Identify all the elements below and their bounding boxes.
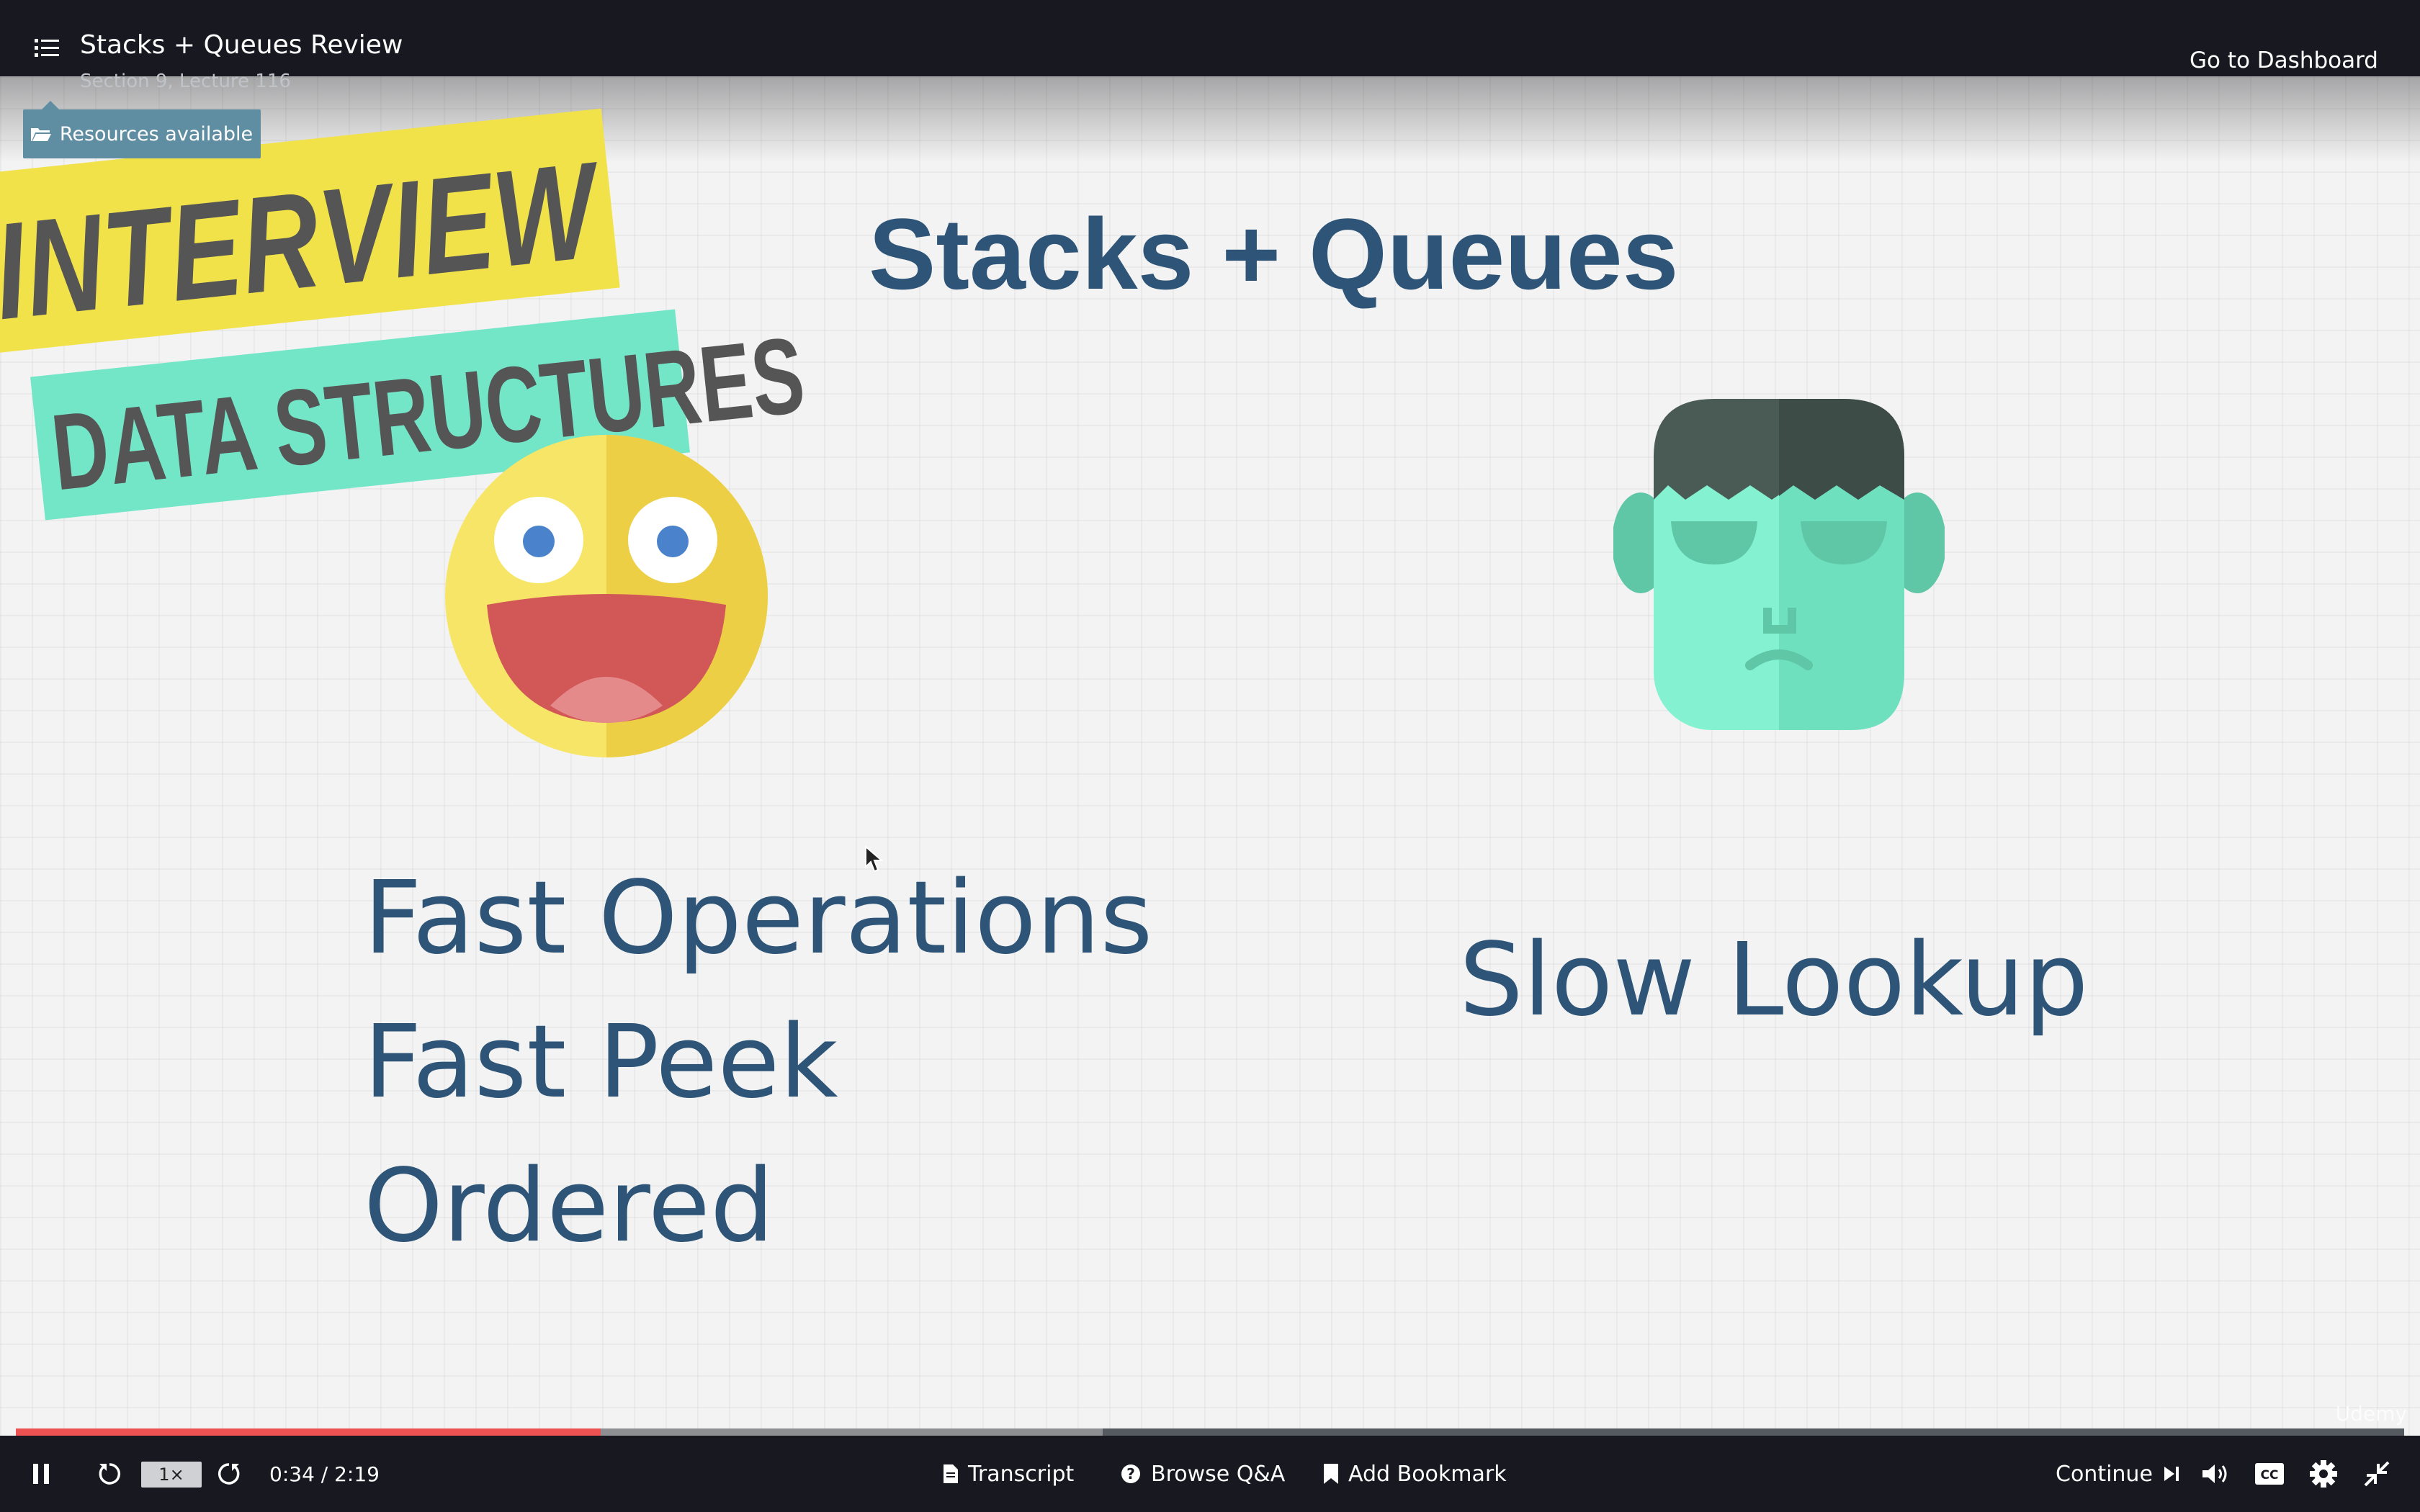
- pause-button[interactable]: [32, 1436, 50, 1512]
- svg-text:CC: CC: [2261, 1468, 2279, 1482]
- volume-icon: [2202, 1464, 2227, 1483]
- svg-text:?: ?: [1126, 1465, 1135, 1482]
- top-bar: Stacks + Queues Review Go to Dashboard: [0, 0, 2420, 76]
- bookmark-icon: [1324, 1464, 1338, 1484]
- add-bookmark-button[interactable]: Add Bookmark: [1324, 1436, 1507, 1512]
- progress-bar[interactable]: [16, 1428, 2404, 1436]
- forward-icon: [218, 1463, 240, 1485]
- resources-tip: [42, 101, 59, 109]
- browse-qa-button[interactable]: ? Browse Q&A: [1121, 1436, 1285, 1512]
- lecture-title: Stacks + Queues Review: [80, 30, 403, 60]
- volume-button[interactable]: [2201, 1436, 2230, 1512]
- go-to-dashboard-link[interactable]: Go to Dashboard: [2190, 48, 2378, 73]
- pro-item: Fast Peek: [364, 1004, 838, 1121]
- playback-speed-button[interactable]: 1×: [141, 1462, 202, 1488]
- document-icon: [944, 1464, 958, 1483]
- rewind-button[interactable]: [97, 1436, 122, 1512]
- pause-icon: [33, 1464, 49, 1484]
- menu-list-icon[interactable]: [35, 39, 59, 58]
- captions-button[interactable]: CC: [2254, 1436, 2285, 1512]
- continue-label: Continue: [2056, 1461, 2153, 1487]
- transcript-button[interactable]: Transcript: [944, 1436, 1074, 1512]
- continue-button[interactable]: Continue: [2056, 1436, 2180, 1512]
- folder-open-icon: [30, 128, 51, 141]
- question-circle-icon: ?: [1121, 1464, 1140, 1483]
- settings-button[interactable]: [2309, 1436, 2338, 1512]
- skip-next-icon: [2164, 1467, 2179, 1481]
- lecture-subtitle: Section 9, Lecture 116: [80, 71, 291, 92]
- transcript-label: Transcript: [968, 1461, 1075, 1487]
- resources-button[interactable]: Resources available: [23, 109, 261, 158]
- browse-qa-label: Browse Q&A: [1151, 1461, 1286, 1487]
- pro-item: Fast Operations: [364, 860, 1153, 977]
- exit-fullscreen-icon: [2364, 1461, 2390, 1487]
- con-item: Slow Lookup: [1459, 922, 2089, 1039]
- exit-fullscreen-button[interactable]: [2362, 1436, 2391, 1512]
- rewind-icon: [99, 1463, 121, 1485]
- mouse-cursor-icon: [865, 845, 883, 873]
- udemy-watermark: Udemy: [2335, 1402, 2407, 1426]
- cc-icon: CC: [2255, 1463, 2284, 1485]
- frankenstein-face-icon: [1613, 399, 1945, 730]
- add-bookmark-label: Add Bookmark: [1348, 1461, 1507, 1487]
- forward-button[interactable]: [216, 1436, 242, 1512]
- resources-label: Resources available: [59, 122, 254, 145]
- player-controls: 1× 0:34 / 2:19 Transcript ? Browse Q&A A…: [0, 1436, 2420, 1512]
- pro-item: Ordered: [364, 1148, 774, 1265]
- pros-list: Fast Operations Fast Peek Ordered: [364, 847, 1152, 1279]
- time-display: 0:34 / 2:19: [269, 1462, 380, 1486]
- progress-fill: [16, 1428, 601, 1436]
- happy-face-icon: [445, 435, 768, 757]
- video-frame[interactable]: INTERVIEW DATA STRUCTURES Stacks + Queue…: [0, 76, 2420, 1436]
- interview-badge-text: INTERVIEW: [0, 133, 604, 349]
- slide-title: Stacks + Queues: [869, 197, 1679, 310]
- gear-icon: [2310, 1460, 2337, 1488]
